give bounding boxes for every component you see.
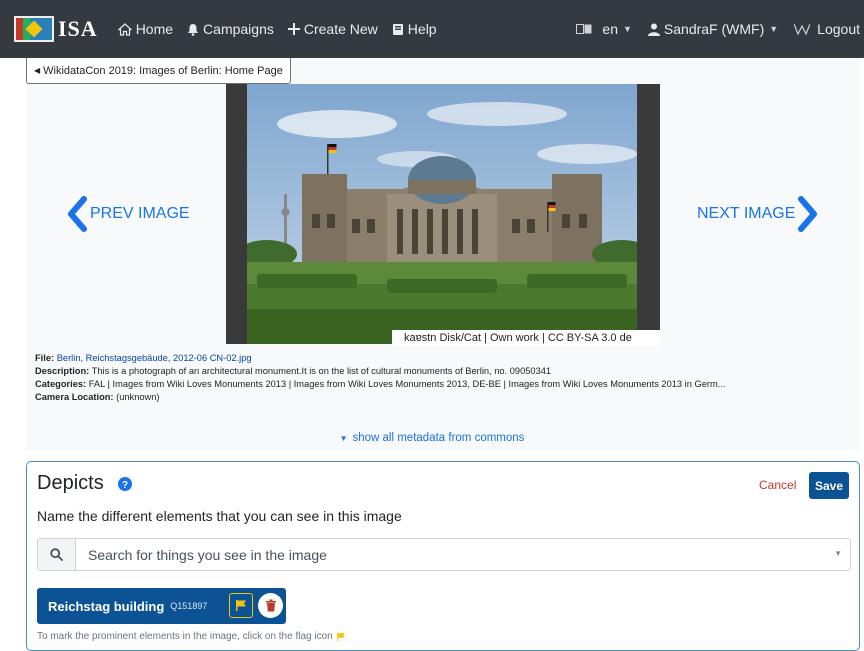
description-label: Description: — [35, 366, 90, 376]
trash-icon — [265, 599, 276, 612]
isa-logo — [14, 16, 54, 42]
bell-icon — [188, 23, 199, 36]
top-navbar: ISA Home Campaigns Create New Help en ▼ … — [0, 0, 864, 58]
nav-help[interactable]: Help — [392, 21, 437, 37]
wikimedia-w-icon — [794, 23, 811, 35]
depicts-panel: Depicts ? Cancel Save Name the different… — [26, 461, 860, 651]
cancel-button[interactable]: Cancel — [759, 478, 796, 492]
nav-help-label: Help — [407, 21, 437, 37]
prev-image-button[interactable]: PREV IMAGE — [66, 196, 190, 232]
brand[interactable]: ISA — [14, 0, 98, 58]
prev-image-label: PREV IMAGE — [90, 205, 190, 222]
nav-home-label: Home — [135, 21, 174, 37]
user-menu[interactable]: SandraF (WMF) ▼ — [647, 21, 779, 37]
brand-text: ISA — [58, 16, 98, 41]
language-label: en — [602, 21, 618, 37]
nav-home[interactable]: Home — [117, 21, 174, 37]
chevron-down-icon[interactable]: ▼ — [834, 549, 842, 558]
help-icon[interactable]: ? — [117, 476, 132, 491]
chevron-left-icon — [68, 196, 87, 232]
user-icon — [647, 23, 660, 36]
image-credit: kaɐstn Disk/Cat | Own work | CC BY-SA 3.… — [392, 330, 660, 346]
chevron-right-icon — [798, 196, 818, 232]
camera-location-value: (unknown) — [116, 392, 160, 402]
reichstag-photo — [247, 84, 637, 344]
file-link[interactable]: Berlin, Reichstagsgebäude, 2012-06 CN-02… — [57, 353, 252, 363]
categories-value: FAL | Images from Wiki Loves Monuments 2… — [88, 379, 726, 389]
depicts-subtitle: Name the different elements that you can… — [37, 508, 402, 524]
image-metadata: File: Berlin, Reichstagsgebäude, 2012-06… — [35, 352, 855, 404]
chevron-left-icon: ◀ — [34, 66, 41, 75]
svg-text:?: ? — [122, 479, 128, 490]
search-icon — [50, 548, 63, 561]
categories-label: Categories: — [35, 379, 87, 389]
flag-icon — [236, 600, 246, 611]
chevron-down-icon: ▼ — [769, 24, 779, 34]
plus-icon — [287, 23, 300, 35]
logout-link[interactable]: Logout — [794, 21, 860, 37]
breadcrumb[interactable]: ◀ WikidataCon 2019: Images of Berlin: Ho… — [26, 58, 291, 84]
nav-campaigns[interactable]: Campaigns — [187, 21, 274, 37]
flag-hint: To mark the prominent elements in the im… — [37, 631, 346, 642]
file-label: File: — [35, 353, 55, 363]
description-value: This is a photograph of an architectural… — [91, 366, 552, 376]
image-frame — [226, 84, 660, 344]
language-icon — [576, 24, 592, 34]
depicts-title: Depicts — [37, 472, 104, 494]
flag-hint-text: To mark the prominent elements in the im… — [37, 631, 333, 642]
user-name: SandraF (WMF) — [663, 21, 765, 37]
show-all-metadata-link[interactable]: ▼ show all metadata from commons — [0, 432, 864, 444]
language-selector[interactable]: en ▼ — [576, 21, 632, 37]
depicts-chip: Reichstag building Q151897 — [37, 588, 286, 624]
chevron-down-icon: ▼ — [622, 24, 632, 34]
remove-depicts-button[interactable] — [258, 593, 283, 618]
breadcrumb-label: WikidataCon 2019: Images of Berlin: Home… — [43, 64, 283, 77]
home-icon — [117, 22, 132, 36]
nav-campaigns-label: Campaigns — [203, 21, 274, 37]
next-image-label: NEXT IMAGE — [697, 205, 796, 222]
chip-label: Reichstag building — [48, 598, 165, 614]
prominent-flag-button[interactable] — [229, 593, 253, 618]
show-all-metadata-label: show all metadata from commons — [352, 432, 525, 444]
caret-down-icon: ▼ — [339, 434, 348, 443]
camera-location-label: Camera Location: — [35, 392, 114, 402]
depicts-search-input[interactable]: Search for things you see in the image ▼ — [37, 538, 851, 571]
logout-label: Logout — [817, 21, 860, 37]
save-button[interactable]: Save — [809, 472, 849, 499]
nav-create-new-label: Create New — [303, 21, 378, 37]
next-image-button[interactable]: NEXT IMAGE — [697, 196, 819, 232]
search-placeholder: Search for things you see in the image — [88, 546, 327, 563]
nav-create-new[interactable]: Create New — [287, 21, 378, 37]
flag-icon — [336, 632, 345, 641]
book-icon — [392, 23, 403, 35]
chip-qid: Q151897 — [170, 601, 208, 611]
